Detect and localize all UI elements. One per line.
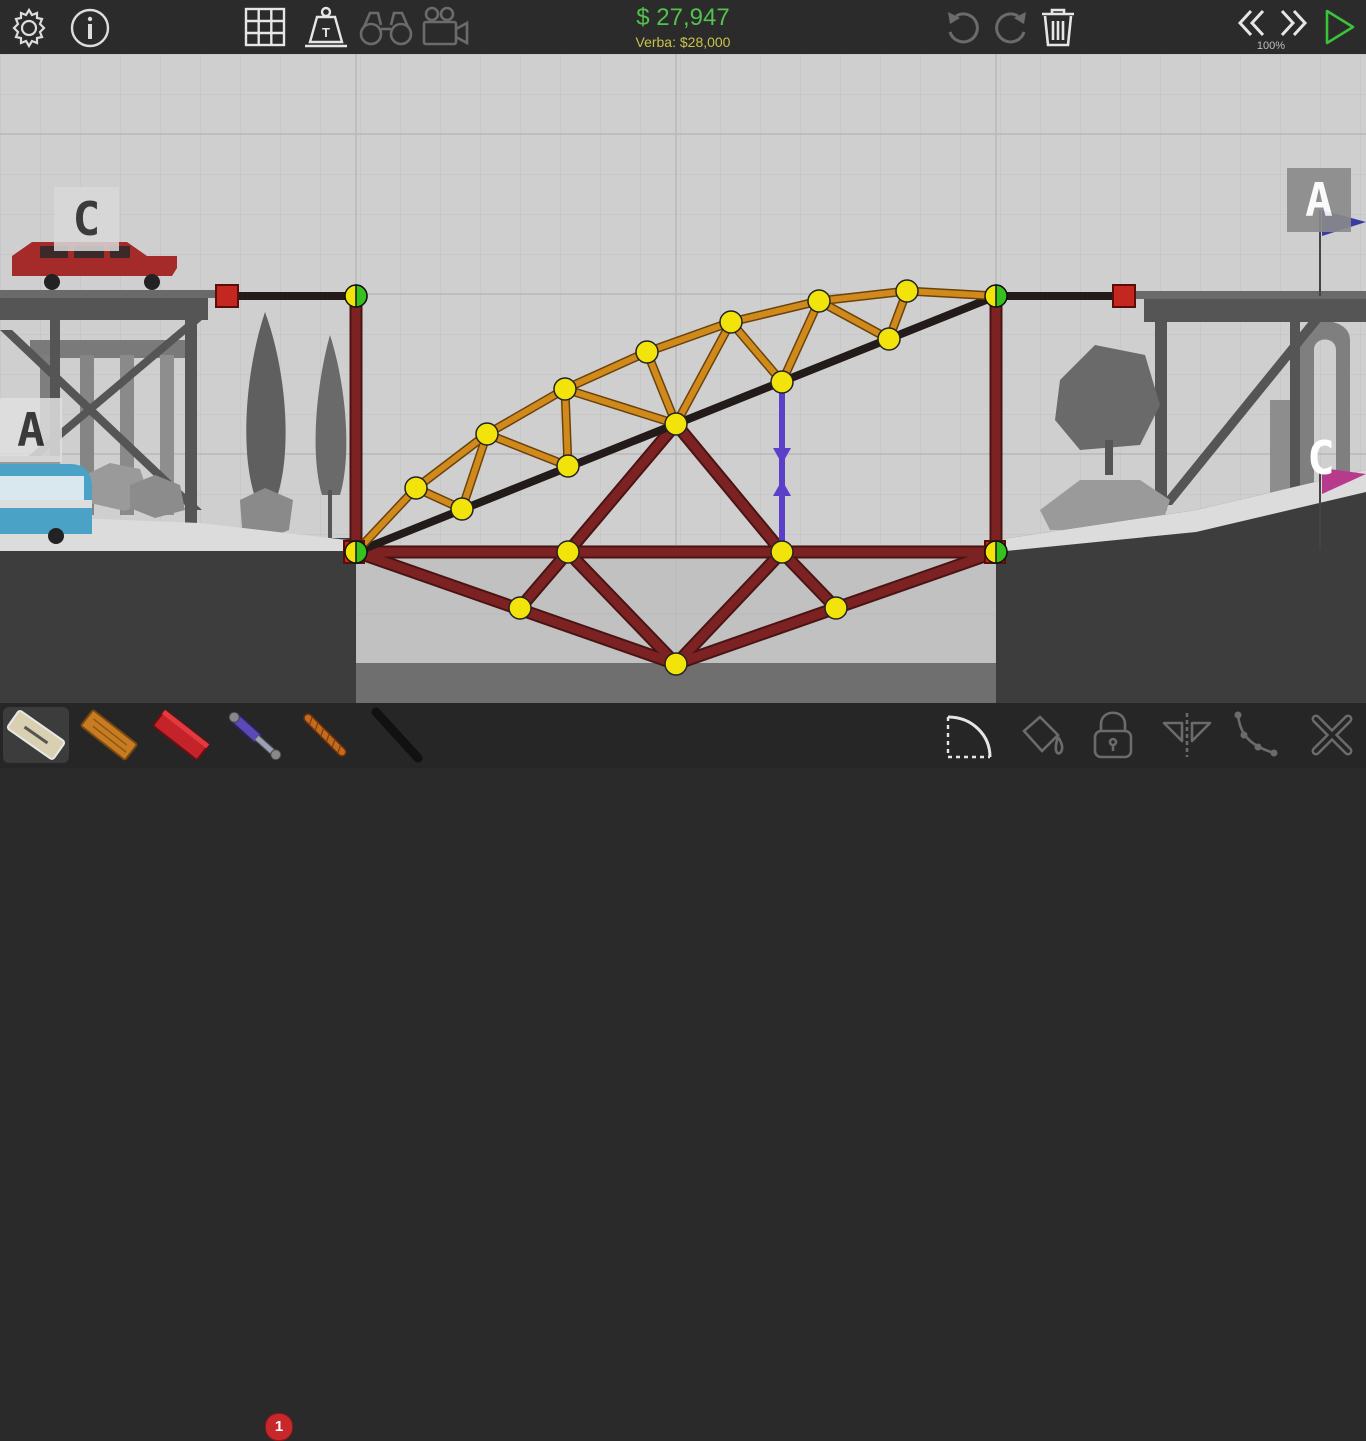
joint: [770, 370, 794, 394]
hydraulic-material-button[interactable]: [222, 706, 288, 764]
flag-label-right-top: A: [1287, 168, 1351, 232]
right-road-deck: [1125, 291, 1366, 299]
trash-icon[interactable]: [1038, 5, 1078, 49]
rope-material-button[interactable]: [296, 706, 354, 764]
joint: [770, 540, 794, 564]
road-material-button[interactable]: [2, 706, 70, 764]
left-road-deck: [0, 290, 228, 298]
joint: [877, 327, 901, 351]
simulation-speed: 100%: [1256, 40, 1286, 52]
camera-icon[interactable]: [421, 5, 471, 47]
trace-path-icon[interactable]: [1232, 709, 1282, 761]
spring-material-button[interactable]: [366, 706, 428, 764]
anchor-joint-top-right: [984, 284, 1008, 308]
left-cliff: [0, 538, 356, 703]
flag-label-left-mid: A: [0, 398, 62, 462]
delete-joint-icon[interactable]: [1308, 711, 1356, 759]
arc-tool-icon[interactable]: [944, 709, 996, 761]
fixed-anchor-left[interactable]: [215, 284, 239, 308]
lock-icon[interactable]: [1090, 709, 1136, 761]
undo-icon[interactable]: [944, 8, 984, 48]
joint: [635, 340, 659, 364]
split-icon[interactable]: [1160, 709, 1214, 761]
fast-forward-icon[interactable]: [1276, 6, 1310, 40]
joint: [404, 476, 428, 500]
svg-text:T: T: [322, 25, 330, 40]
play-icon[interactable]: [1318, 6, 1360, 48]
anchor-joint-bottom-right: [984, 540, 1008, 564]
weight-icon[interactable]: T: [303, 4, 349, 50]
binoculars-icon[interactable]: [358, 7, 414, 47]
chasm: [356, 545, 996, 663]
joint: [895, 279, 919, 303]
redo-icon[interactable]: [990, 8, 1030, 48]
money-remaining: $ 27,947: [636, 4, 730, 31]
joint: [807, 289, 831, 313]
joint: [824, 596, 848, 620]
budget-label: Verba: $28,000: [635, 34, 731, 50]
joint: [664, 652, 688, 676]
wood-material-button[interactable]: [76, 706, 142, 764]
build-area[interactable]: [0, 54, 1366, 703]
blue-van: [0, 456, 92, 544]
top-toolbar: T $ 27,947 Verba: $28,000 100%: [0, 0, 1366, 54]
flag-label-right-mid: C: [1307, 431, 1335, 485]
fixed-anchor-right[interactable]: [1112, 284, 1136, 308]
joint: [719, 310, 743, 334]
joint: [664, 412, 688, 436]
hydraulic-count-badge: 1: [265, 1413, 293, 1441]
paint-bucket-icon[interactable]: [1016, 711, 1068, 761]
joint: [508, 596, 532, 620]
joint: [475, 422, 499, 446]
anchor-joint-bottom-left: [344, 540, 368, 564]
bottom-toolbar: 1: [0, 703, 1366, 1441]
steel-material-button[interactable]: [148, 706, 214, 764]
flag-label-left-top: C: [54, 187, 119, 251]
joint: [450, 497, 474, 521]
joint: [556, 540, 580, 564]
rewind-icon[interactable]: [1235, 6, 1269, 40]
anchor-joint-top-left: [344, 284, 368, 308]
grid-icon[interactable]: [243, 6, 287, 48]
info-icon[interactable]: [68, 7, 112, 49]
joint: [556, 454, 580, 478]
gear-icon[interactable]: [6, 7, 52, 49]
joint: [553, 377, 577, 401]
